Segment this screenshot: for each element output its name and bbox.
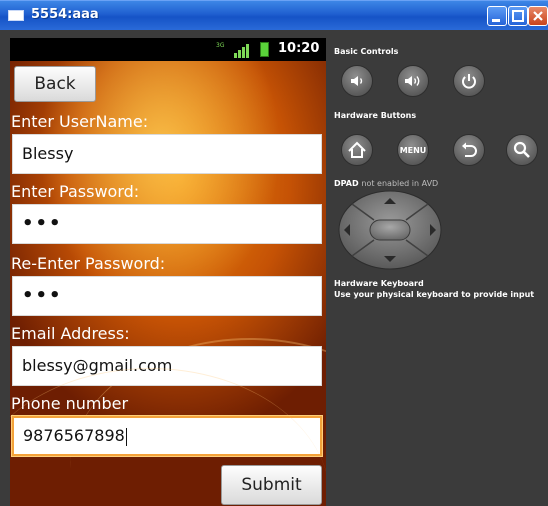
search-icon [513, 141, 530, 158]
minimize-icon [492, 19, 500, 22]
home-icon [348, 141, 366, 158]
dpad-icon [338, 190, 442, 270]
password-input[interactable]: ••• [12, 204, 322, 244]
back-hardware-button[interactable] [453, 134, 485, 166]
reenter-password-label: Re-Enter Password: [11, 254, 166, 273]
phone-screen: 3G 10:20 Back Enter UserName: Blessy Ent… [10, 38, 326, 506]
password-label: Enter Password: [11, 182, 140, 201]
phone-input[interactable]: 9876567898 [12, 416, 322, 456]
window-title: 5554:aaa [31, 7, 99, 22]
phone-input-value: 9876567898 [23, 426, 125, 445]
basic-controls-heading: Basic Controls [334, 47, 399, 56]
close-button[interactable] [528, 6, 548, 26]
minimize-button[interactable] [487, 6, 507, 26]
battery-icon [260, 42, 269, 57]
volume-up-icon [405, 76, 420, 86]
power-icon [462, 74, 476, 89]
username-input[interactable]: Blessy [12, 134, 322, 174]
submit-button[interactable]: Submit [221, 465, 322, 505]
window-icon [8, 10, 24, 21]
email-label: Email Address: [11, 324, 130, 343]
status-time: 10:20 [278, 41, 320, 56]
volume-down-button[interactable] [341, 65, 373, 97]
volume-down-icon [351, 76, 363, 86]
power-button[interactable] [453, 65, 485, 97]
maximize-button[interactable] [508, 6, 528, 26]
home-button[interactable] [341, 134, 373, 166]
menu-icon: MENU [399, 146, 427, 155]
network-type-icon: 3G [216, 42, 225, 49]
keyboard-heading: Hardware Keyboard [334, 279, 424, 288]
back-button[interactable]: Back [14, 66, 96, 102]
title-bar: 5554:aaa [0, 0, 548, 30]
reenter-password-input[interactable]: ••• [12, 276, 322, 316]
hardware-buttons-heading: Hardware Buttons [334, 111, 417, 120]
menu-button[interactable]: MENU [397, 134, 429, 166]
back-arrow-icon [462, 142, 477, 157]
email-input[interactable]: blessy@gmail.com [12, 346, 322, 386]
dpad-title: DPAD [334, 179, 359, 188]
keyboard-note: Use your physical keyboard to provide in… [334, 290, 535, 299]
emulator-window: 5554:aaa 3G 10:20 Back Enter UserName: B… [0, 0, 548, 506]
dpad-note: not enabled in AVD [361, 179, 439, 188]
dpad-heading: DPAD not enabled in AVD [334, 179, 438, 188]
maximize-icon [512, 10, 524, 22]
text-caret [125, 427, 127, 446]
signal-icon [234, 44, 249, 58]
username-label: Enter UserName: [11, 112, 149, 131]
phone-label: Phone number [11, 394, 129, 413]
search-button[interactable] [506, 134, 538, 166]
volume-up-button[interactable] [397, 65, 429, 97]
emulator-controls-panel: Basic Controls Hardware Buttons MENU DPA… [326, 38, 548, 506]
close-icon [533, 11, 543, 21]
status-bar: 3G 10:20 [10, 38, 326, 61]
